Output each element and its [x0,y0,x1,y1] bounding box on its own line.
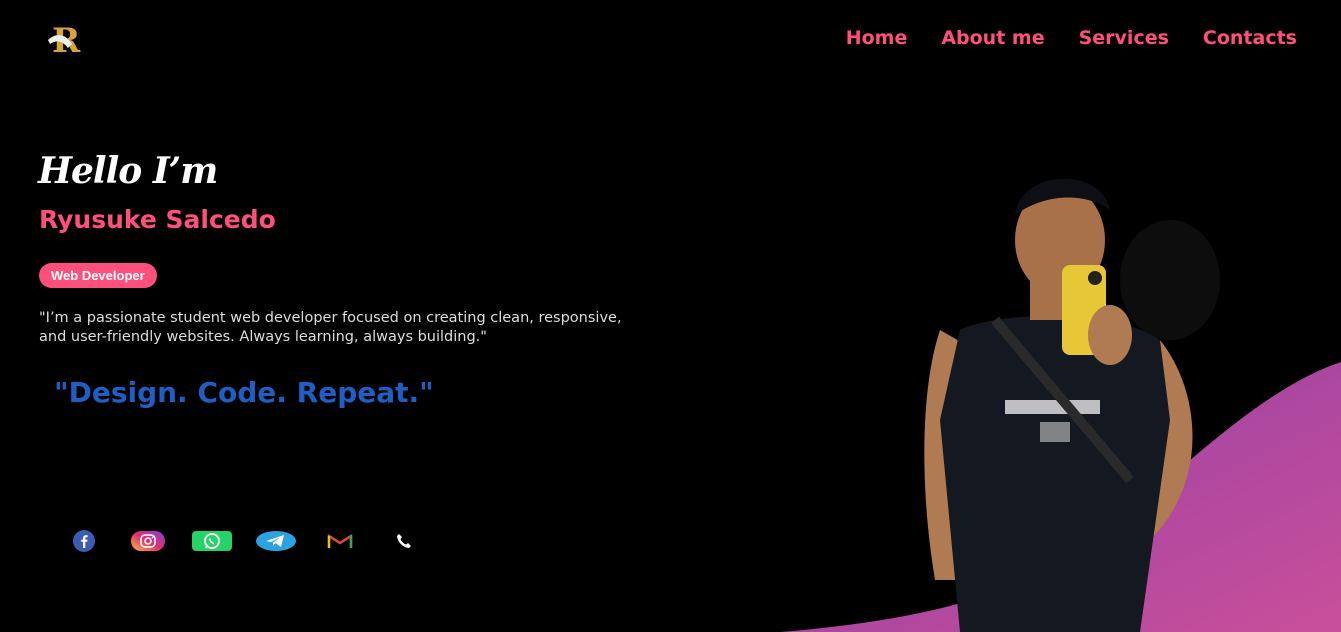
role-badge: Web Developer [39,263,157,288]
phone-link[interactable] [382,528,426,554]
tagline: "Design. Code. Repeat." [54,376,434,409]
logo[interactable]: R [42,18,92,61]
gmail-link[interactable] [318,528,362,554]
profile-photo [924,178,1220,632]
whatsapp-icon [192,531,232,551]
instagram-link[interactable] [126,528,170,554]
instagram-icon [131,531,165,551]
telegram-link[interactable] [254,528,298,554]
bio-text: "I’m a passionate student web developer … [39,310,622,345]
social-links [62,528,426,554]
nav-contacts[interactable]: Contacts [1203,27,1297,49]
facebook-icon [73,530,95,552]
greeting-heading: Hello I’m [38,150,218,192]
gmail-icon [327,533,353,548]
nav-about-me[interactable]: About me [941,27,1044,49]
nav-services[interactable]: Services [1079,27,1169,49]
whatsapp-link[interactable] [190,528,234,554]
phone-icon [397,534,411,548]
telegram-icon [256,531,296,551]
R-monogram-logo-icon: R [48,21,81,61]
main-nav: Home About me Services Contacts [846,27,1297,49]
nav-home[interactable]: Home [846,27,908,49]
name-heading: Ryusuke Salcedo [39,205,276,234]
facebook-link[interactable] [62,528,106,554]
